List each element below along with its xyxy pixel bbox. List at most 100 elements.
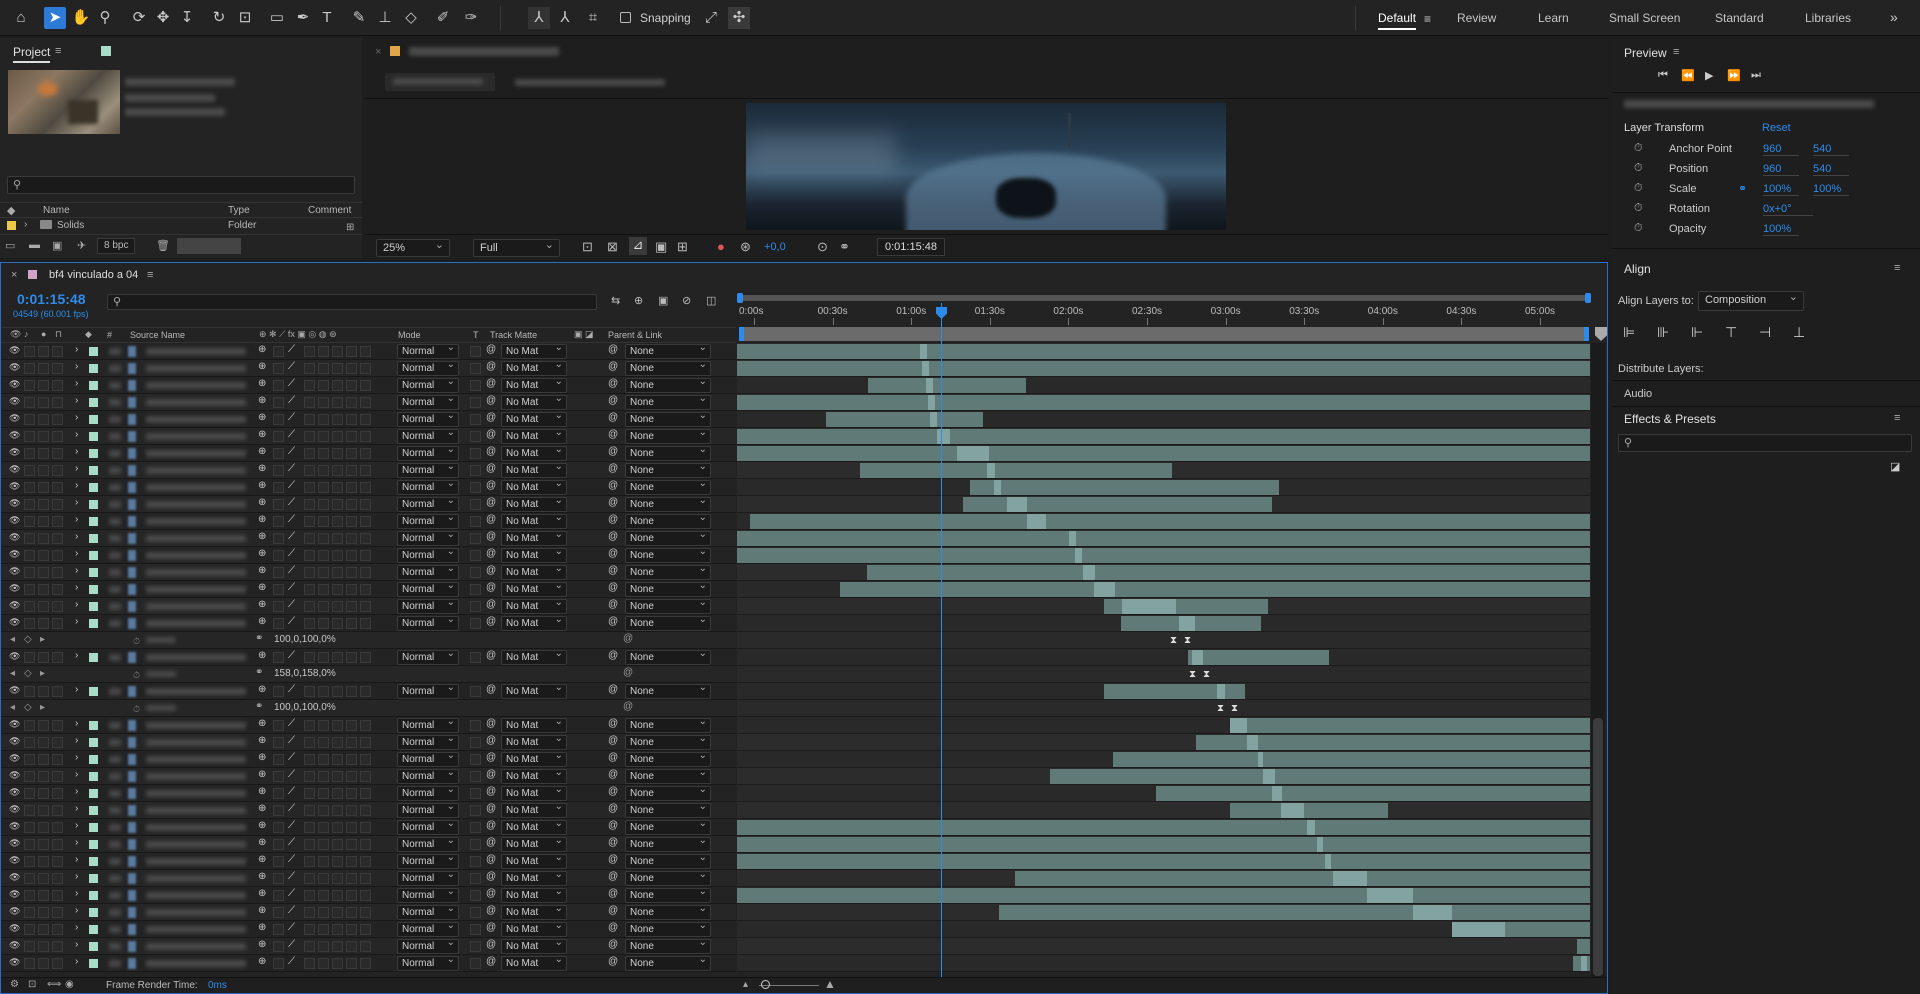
label-tag-icon[interactable]: ◆ (85, 329, 92, 340)
layer-duration-bar[interactable] (750, 514, 1590, 529)
layer-duration-bar[interactable] (999, 905, 1590, 920)
layer-duration-bar[interactable] (1577, 939, 1590, 954)
parent-pickwhip-icon[interactable]: @ (608, 531, 618, 542)
quality-toggle[interactable] (273, 363, 284, 374)
layer-row[interactable]: 👁 › ⊕ ⟋ Normal @ No Mat @ None (1, 733, 736, 751)
keyframe-prev-icon[interactable]: ◂ (10, 634, 15, 645)
motion-blur-toggle[interactable] (332, 754, 343, 765)
orbit-tool-icon[interactable]: ⟳ (128, 7, 150, 29)
quality-toggle[interactable] (273, 941, 284, 952)
collapse-transform-icon[interactable]: ⊕ (258, 599, 266, 610)
stopwatch-icon[interactable]: ⏱ (1634, 142, 1643, 155)
quality-toggle[interactable] (273, 788, 284, 799)
solo-toggle[interactable] (38, 720, 49, 731)
chevron-right-icon[interactable]: › (75, 616, 78, 627)
close-icon[interactable]: × (375, 46, 381, 58)
link-icon[interactable]: ⚭ (255, 701, 263, 712)
parent-pickwhip-icon[interactable]: @ (608, 905, 618, 916)
track-matte-link-icon[interactable]: @ (486, 480, 496, 491)
frame-blend-toggle[interactable] (318, 805, 329, 816)
adjustment-toggle[interactable] (346, 380, 357, 391)
track-matte-link-icon[interactable]: @ (486, 395, 496, 406)
new-composition-icon[interactable]: ▣ (52, 239, 62, 252)
parent-dropdown[interactable]: None (625, 580, 711, 597)
anchor-y-value[interactable]: 540 (1813, 143, 1849, 156)
adjustment-toggle[interactable] (346, 516, 357, 527)
quality-toggle[interactable] (273, 754, 284, 765)
layer-track[interactable] (737, 377, 1590, 394)
rotation-value[interactable]: 0x+0° (1763, 203, 1813, 216)
adjustment-toggle[interactable] (346, 431, 357, 442)
effect-toggle[interactable] (304, 584, 315, 595)
parent-dropdown[interactable]: None (625, 359, 711, 376)
keyframe-add-icon[interactable]: ◇ (24, 634, 32, 645)
layer-duration-bar[interactable] (1015, 871, 1590, 886)
layer-duration-bar[interactable] (737, 820, 1590, 835)
home-icon[interactable]: ⌂ (10, 7, 32, 29)
align-top-icon[interactable]: ⊤ (1725, 324, 1737, 341)
chevron-right-icon[interactable]: › (75, 905, 78, 916)
effect-toggle[interactable] (304, 567, 315, 578)
track-matte-link-icon[interactable]: @ (486, 463, 496, 474)
solo-toggle[interactable] (38, 686, 49, 697)
chevron-right-icon[interactable]: › (75, 752, 78, 763)
lock-toggle[interactable] (52, 720, 63, 731)
solo-toggle[interactable] (38, 822, 49, 833)
layer-duration-bar[interactable] (737, 531, 1590, 546)
parent-dropdown[interactable]: None (625, 835, 711, 852)
layer-track[interactable] (737, 785, 1590, 802)
solo-toggle[interactable] (38, 499, 49, 510)
quality-toggle[interactable] (273, 533, 284, 544)
motion-blur-toggle[interactable] (332, 346, 343, 357)
layer-track[interactable] (737, 598, 1590, 615)
track-matte-dropdown[interactable]: No Mat (501, 733, 567, 750)
layer-track[interactable] (737, 751, 1590, 768)
color-channels-icon[interactable]: ● (717, 239, 725, 254)
frame-blend-toggle[interactable] (318, 584, 329, 595)
collapse-transform-icon[interactable]: ⊕ (258, 956, 266, 967)
chevron-right-icon[interactable]: › (75, 361, 78, 372)
workspace-libraries[interactable]: Libraries (1805, 11, 1851, 25)
parent-dropdown[interactable]: None (625, 563, 711, 580)
scale-value[interactable]: 100,0,100,0% (274, 702, 336, 713)
track-matte-dropdown[interactable]: No Mat (501, 512, 567, 529)
motion-blur-toggle[interactable] (332, 533, 343, 544)
viewer-frame[interactable] (746, 103, 1226, 230)
new-folder-icon[interactable]: ▬ (29, 239, 40, 251)
quality-line-icon[interactable]: ⟋ (288, 429, 295, 440)
motion-blur-toggle[interactable] (332, 618, 343, 629)
solo-toggle[interactable] (38, 533, 49, 544)
collapse-transform-icon[interactable]: ⊕ (258, 837, 266, 848)
parent-pickwhip-icon[interactable]: @ (608, 718, 618, 729)
parent-dropdown[interactable]: None (625, 920, 711, 937)
roto-brush-tool-icon[interactable]: ✐ (432, 7, 454, 29)
chevron-right-icon[interactable]: › (75, 463, 78, 474)
quality-toggle[interactable] (273, 839, 284, 850)
quality-toggle[interactable] (273, 873, 284, 884)
3d-layer-toggle[interactable] (360, 907, 371, 918)
eye-icon[interactable]: 👁 (9, 532, 20, 543)
motion-blur-toggle[interactable] (332, 550, 343, 561)
layer-highlight-segment[interactable] (994, 480, 1001, 495)
layer-track[interactable] (737, 394, 1590, 411)
scale-y-value[interactable]: 100% (1813, 183, 1849, 196)
audio-toggle[interactable] (24, 856, 35, 867)
parent-dropdown[interactable]: None (625, 954, 711, 971)
layer-duration-bar[interactable] (737, 361, 1590, 376)
quality-line-icon[interactable]: ⟋ (288, 412, 295, 423)
audio-toggle[interactable] (24, 465, 35, 476)
lock-toggle[interactable] (52, 584, 63, 595)
parent-pickwhip-icon[interactable]: @ (608, 565, 618, 576)
preserve-transparency-toggle[interactable] (470, 516, 481, 527)
preserve-transparency-toggle[interactable] (470, 652, 481, 663)
3d-layer-toggle[interactable] (360, 431, 371, 442)
3d-layer-toggle[interactable] (360, 805, 371, 816)
layer-duration-bar[interactable] (840, 582, 1590, 597)
track-matte-dropdown[interactable]: No Mat (501, 835, 567, 852)
quality-line-icon[interactable]: ⟋ (288, 684, 295, 695)
blend-mode-dropdown[interactable]: Normal (397, 461, 459, 478)
quality-line-icon[interactable]: ⟋ (288, 939, 295, 950)
comp-breadcrumb[interactable] (385, 73, 495, 91)
motion-blur-toggle[interactable] (332, 584, 343, 595)
track-matte-dropdown[interactable]: No Mat (501, 529, 567, 546)
